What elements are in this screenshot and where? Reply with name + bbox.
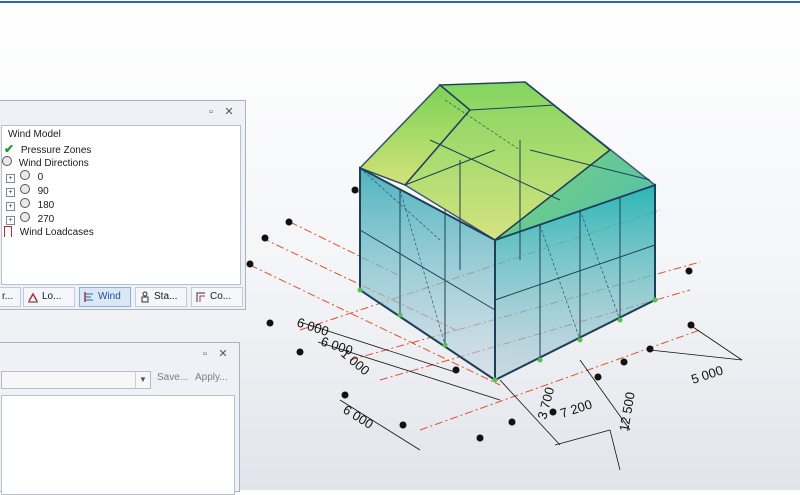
building-model bbox=[357, 81, 658, 383]
tree-label: 180 bbox=[37, 200, 55, 211]
dim-label: 12 500 bbox=[616, 391, 638, 433]
tab-label: Wind bbox=[98, 291, 121, 302]
maximize-icon[interactable]: ▫ bbox=[205, 106, 217, 118]
load-icon bbox=[28, 292, 38, 303]
tree-item-wind-directions[interactable]: Wind Directions bbox=[2, 156, 89, 170]
chevron-down-icon[interactable]: ▼ bbox=[135, 372, 150, 388]
wind-icon bbox=[84, 292, 93, 302]
tree-label: 0 bbox=[37, 172, 44, 183]
save-button[interactable]: Save... bbox=[157, 372, 188, 383]
combination-icon bbox=[196, 292, 205, 302]
tab-label: Lo... bbox=[42, 291, 62, 302]
tree-item-direction-180[interactable]: + 180 bbox=[6, 198, 54, 212]
properties-area[interactable] bbox=[1, 395, 235, 495]
tab-stages[interactable]: Sta... bbox=[135, 287, 187, 307]
wind-direction-icon bbox=[19, 198, 30, 208]
tree-item-direction-90[interactable]: + 90 bbox=[6, 184, 49, 198]
close-icon[interactable]: ✕ bbox=[217, 348, 229, 360]
wind-model-tree: Wind Model ✔ Pressure Zones Wind Directi… bbox=[1, 125, 241, 285]
panel-tabs: r... Lo... Wind Sta... Co... bbox=[0, 287, 243, 307]
tab-combinations[interactable]: Co... bbox=[191, 287, 243, 307]
tree-label: Pressure Zones bbox=[20, 145, 92, 156]
tab-first[interactable]: r... bbox=[0, 287, 21, 307]
stage-icon bbox=[141, 291, 149, 303]
tree-label: 270 bbox=[37, 214, 55, 225]
expand-icon[interactable]: + bbox=[6, 202, 15, 211]
apply-button[interactable]: Apply... bbox=[195, 372, 228, 383]
dim-label: 3 700 bbox=[534, 385, 557, 420]
panel-titlebar: ▫ ✕ bbox=[0, 343, 239, 365]
wind-direction-icon bbox=[19, 212, 30, 222]
tree-item-direction-0[interactable]: + 0 bbox=[6, 170, 43, 184]
loadcase-icon bbox=[4, 226, 12, 237]
tab-label: Co... bbox=[210, 291, 232, 302]
tab-label: Sta... bbox=[154, 291, 178, 302]
tree-item-wind-model[interactable]: Wind Model bbox=[8, 128, 61, 142]
tree-item-pressure-zones[interactable]: ✔ Pressure Zones bbox=[4, 142, 91, 156]
wind-model-panel: ▫ ✕ Wind Model ✔ Pressure Zones Wind Dir… bbox=[0, 100, 246, 310]
expand-icon[interactable]: + bbox=[6, 216, 15, 225]
tab-label: r... bbox=[2, 291, 14, 302]
wind-direction-icon bbox=[19, 184, 30, 194]
expand-icon[interactable]: + bbox=[6, 188, 15, 197]
properties-panel: ▫ ✕ ▼ Save... Apply... bbox=[0, 342, 240, 495]
wind-direction-icon bbox=[2, 156, 12, 166]
close-icon[interactable]: ✕ bbox=[223, 106, 235, 118]
checkmark-icon: ✔ bbox=[4, 142, 15, 156]
maximize-icon[interactable]: ▫ bbox=[199, 348, 211, 360]
dim-label: 6 000 bbox=[340, 402, 376, 432]
tree-item-wind-loadcases[interactable]: Wind Loadcases bbox=[4, 226, 94, 240]
panel-titlebar: ▫ ✕ bbox=[0, 101, 245, 123]
dim-label: 5 000 bbox=[689, 363, 725, 387]
tree-label: Wind Directions bbox=[18, 158, 89, 169]
dim-label: 7 200 bbox=[558, 397, 594, 421]
tree-label: Wind Model bbox=[8, 129, 61, 140]
tree-label: 90 bbox=[37, 186, 49, 197]
tab-loads[interactable]: Lo... bbox=[23, 287, 75, 307]
tree-item-direction-270[interactable]: + 270 bbox=[6, 212, 54, 226]
wind-direction-icon bbox=[19, 170, 30, 180]
tab-wind[interactable]: Wind bbox=[79, 287, 131, 307]
dim-label: 1 000 bbox=[338, 346, 373, 378]
tree-label: Wind Loadcases bbox=[19, 227, 94, 238]
settings-select[interactable]: ▼ bbox=[1, 371, 151, 389]
expand-icon[interactable]: + bbox=[6, 174, 15, 183]
